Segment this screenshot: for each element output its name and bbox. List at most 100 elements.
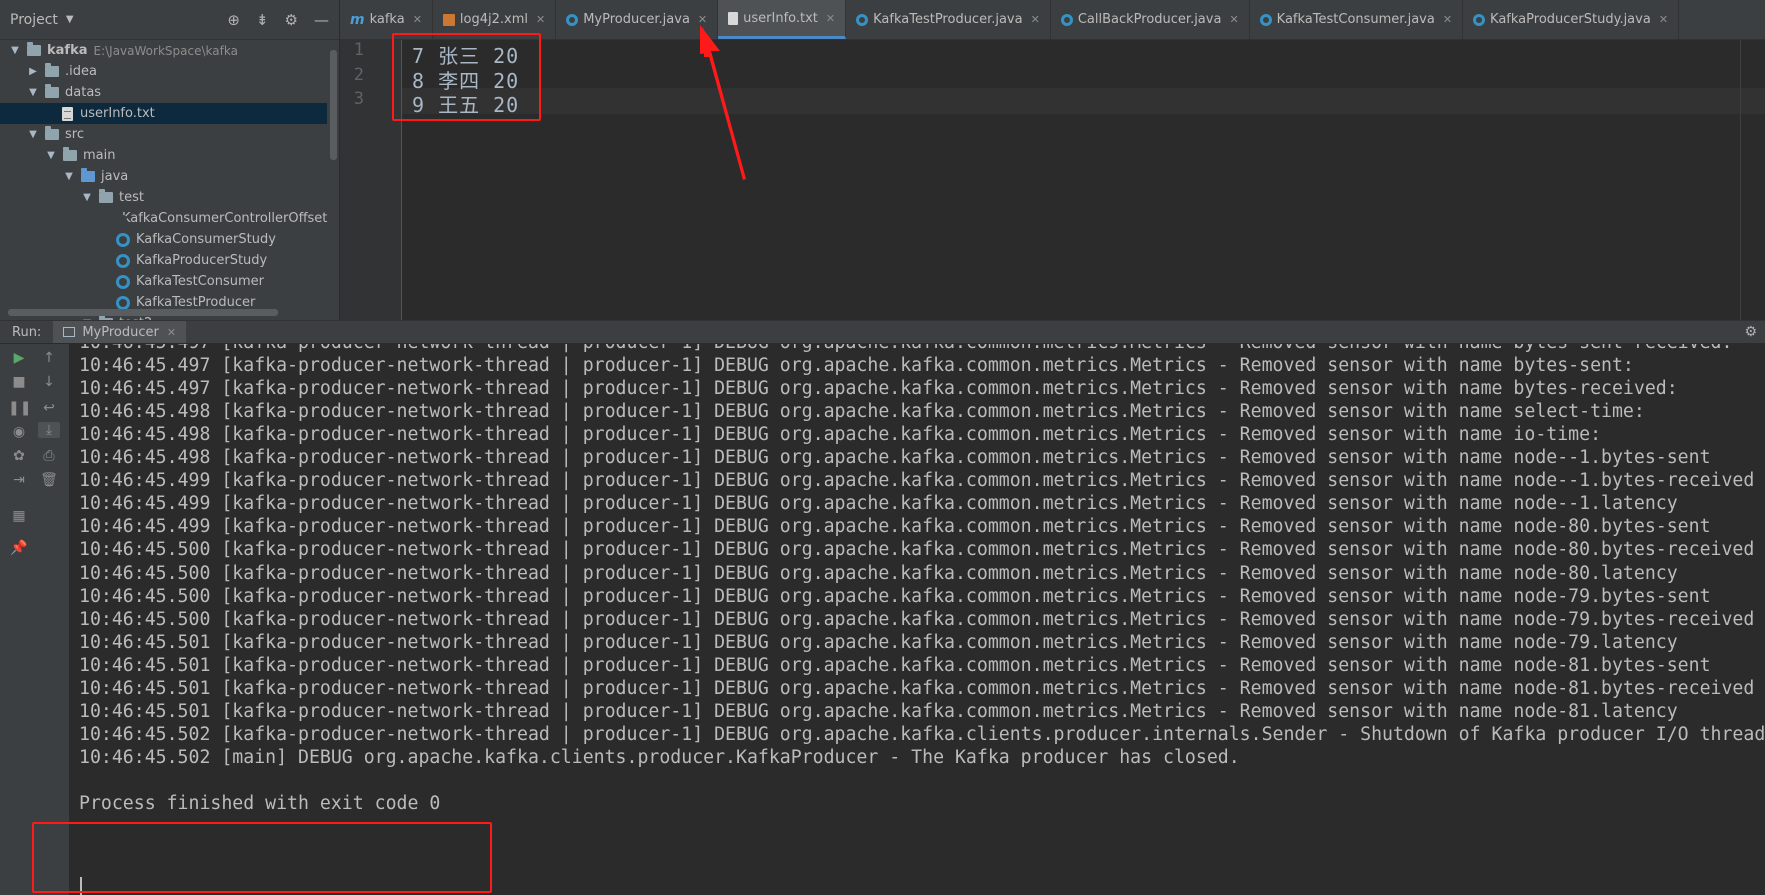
tab-kafkatestconsumer-java[interactable]: KafkaTestConsumer.java ✕ (1250, 0, 1464, 39)
line-number: 3 (353, 89, 364, 109)
class-icon (1473, 13, 1486, 26)
expanded-arrow-icon[interactable]: ▼ (8, 45, 22, 56)
collapsed-arrow-icon[interactable]: ▶ (26, 66, 40, 77)
close-icon[interactable]: ✕ (413, 13, 422, 26)
xml-file-icon (442, 13, 455, 26)
expanded-arrow-icon[interactable]: ▼ (62, 171, 76, 182)
crosshair-icon[interactable]: ⊕ (227, 11, 240, 29)
tree-vertical-scrollbar[interactable] (330, 50, 337, 160)
tab-callbackproducer-java[interactable]: CallBackProducer.java ✕ (1051, 0, 1250, 39)
gear-icon[interactable]: ⚙ (285, 11, 298, 29)
soft-wrap-icon[interactable]: ↩ (38, 400, 60, 416)
layout-icon[interactable]: ▦ (8, 508, 30, 524)
close-icon[interactable]: ✕ (167, 326, 176, 339)
annotation-box-exit-code (32, 822, 492, 893)
tree-item-label: test (119, 190, 144, 205)
close-icon[interactable]: ✕ (1031, 13, 1040, 26)
tree-item-userinfo-txt[interactable]: userInfo.txt (0, 103, 327, 124)
project-panel-header: Project ▼ ⊕ ⇟ ⚙ — (0, 0, 339, 40)
folder-icon (27, 42, 41, 56)
stop-icon[interactable]: ■ (8, 374, 30, 390)
collapse-all-icon[interactable]: ⇟ (256, 11, 269, 29)
tree-item-label: KafkaProducerStudy (136, 253, 268, 268)
tree-item-java[interactable]: ▼ java (0, 166, 327, 187)
editor-area[interactable]: 1 2 3 7 张三 20 8 李四 20 9 王五 20 (340, 40, 1765, 320)
class-icon (1060, 13, 1073, 26)
run-panel-header: Run: MyProducer ✕ ⚙ (0, 320, 1765, 344)
text-file-icon (728, 11, 739, 25)
tab-label: CallBackProducer.java (1077, 12, 1222, 27)
folder-icon (45, 84, 59, 98)
tree-item--idea[interactable]: ▶ .idea (0, 61, 327, 82)
settings-icon[interactable]: ✿ (8, 448, 30, 464)
tab-label: kafka (369, 12, 405, 27)
tab-myproducer-java[interactable]: MyProducer.java ✕ (556, 0, 719, 39)
project-tree: ▼ kafka E:\JavaWorkSpace\kafka ▶ .idea ▼ datas… (0, 40, 339, 320)
current-line-highlight (402, 88, 1765, 114)
class-icon (116, 295, 130, 310)
expanded-arrow-icon[interactable]: ▼ (26, 87, 40, 98)
folder-icon (45, 126, 59, 140)
project-view-selector[interactable]: Project (10, 12, 58, 28)
scroll-to-end-icon[interactable]: ⤓ (38, 422, 60, 438)
trash-icon[interactable]: 🗑 (38, 472, 60, 488)
rerun-icon[interactable]: ▶ (8, 350, 30, 366)
tab-label: MyProducer.java (583, 12, 690, 27)
tree-horizontal-scrollbar[interactable] (8, 309, 278, 316)
down-arrow-icon[interactable]: ↓ (38, 374, 60, 390)
module-path: E:\JavaWorkSpace\kafka (93, 43, 238, 58)
right-margin-guide (1740, 40, 1741, 320)
expanded-arrow-icon[interactable]: ▼ (26, 129, 40, 140)
hide-panel-icon[interactable]: — (314, 11, 329, 29)
line-number: 1 (353, 40, 364, 60)
tree-item-label: datas (65, 85, 102, 100)
tab-kafkaproducerstudy-java[interactable]: KafkaProducerStudy.java ✕ (1463, 0, 1680, 39)
tab-label: KafkaTestConsumer.java (1276, 12, 1435, 27)
folder-icon (99, 189, 113, 203)
pin-icon[interactable]: 📌 (8, 540, 30, 556)
console-line: Process finished with exit code 0 (79, 793, 441, 814)
tree-item-kafkaproducerstudy[interactable]: KafkaProducerStudy (0, 250, 327, 271)
close-icon[interactable]: ✕ (1659, 13, 1668, 26)
close-icon[interactable]: ✕ (536, 13, 545, 26)
close-icon[interactable]: ✕ (1443, 13, 1452, 26)
run-tab-myproducer[interactable]: MyProducer ✕ (53, 321, 187, 343)
tree-item-src[interactable]: ▼ src (0, 124, 327, 145)
tree-item-label: KafkaTestProducer (136, 295, 256, 310)
tree-item-kafkatestconsumer[interactable]: KafkaTestConsumer (0, 271, 327, 292)
tab-kafkatestproducer-java[interactable]: KafkaTestProducer.java ✕ (846, 0, 1051, 39)
tree-item-test[interactable]: ▼ test (0, 187, 327, 208)
class-icon (116, 274, 130, 289)
editor-tab-bar: m kafka ✕ log4j2.xml ✕ MyProducer.java ✕ userIn… (340, 0, 1765, 40)
pause-icon[interactable]: ❚❚ (8, 400, 31, 416)
tree-item-kafka[interactable]: ▼ kafka E:\JavaWorkSpace\kafka (0, 40, 327, 61)
close-icon[interactable]: ✕ (1229, 13, 1238, 26)
tree-item-kafkaconsumercontrolleroffset[interactable]: KafkaConsumerControllerOffset (0, 208, 327, 229)
annotation-arrow-icon (700, 25, 746, 180)
folder-icon (63, 147, 77, 161)
print-icon[interactable]: ⎙ (38, 448, 60, 464)
project-panel: Project ▼ ⊕ ⇟ ⚙ — ▼ kafka E:\JavaWorkSpace… (0, 0, 340, 320)
exit-icon[interactable]: ⇥ (8, 472, 30, 488)
expanded-arrow-icon[interactable]: ▼ (44, 150, 58, 161)
close-icon[interactable]: ✕ (826, 12, 835, 25)
tab-label: log4j2.xml (459, 12, 528, 27)
tree-item-datas[interactable]: ▼ datas (0, 82, 327, 103)
tree-item-main[interactable]: ▼ main (0, 145, 327, 166)
m-icon: m (350, 11, 365, 28)
console-output[interactable]: 10:46:45.497 [kafka-producer-network-thr… (70, 344, 1765, 895)
line-number: 2 (353, 65, 364, 85)
tab-label: userInfo.txt (743, 10, 818, 26)
gear-icon[interactable]: ⚙ (1744, 324, 1757, 340)
run-toolbar: ▶ ↑ ■ ↓ ❚❚ ↩ ◉ ⤓ ✿ ⎙ ⇥ 🗑 ▦ 📌 (0, 344, 70, 895)
tab-label: KafkaProducerStudy.java (1490, 12, 1651, 27)
tree-item-label: KafkaConsumerStudy (136, 232, 276, 247)
tree-item-kafkaconsumerstudy[interactable]: KafkaConsumerStudy (0, 229, 327, 250)
expanded-arrow-icon[interactable]: ▼ (80, 192, 94, 203)
text-file-icon (62, 106, 73, 121)
chevron-down-icon[interactable]: ▼ (66, 14, 74, 25)
up-arrow-icon[interactable]: ↑ (38, 350, 60, 366)
run-config-icon (63, 327, 76, 337)
tree-item-label: kafka (47, 43, 88, 58)
camera-icon[interactable]: ◉ (8, 424, 30, 440)
